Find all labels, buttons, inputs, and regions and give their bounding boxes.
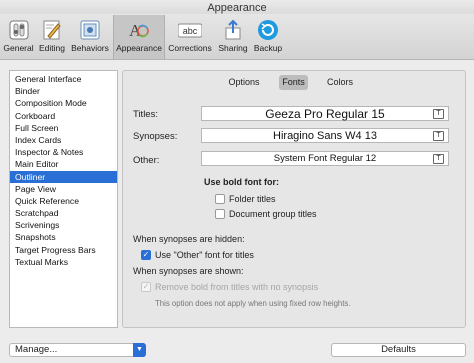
toolbar-appearance-label: Appearance [116, 43, 162, 53]
toolbar-general[interactable]: General [3, 15, 34, 59]
fixed-row-heights-note: This option does not apply when using fi… [155, 299, 351, 308]
toolbar-backup-label: Backup [253, 43, 283, 53]
use-other-font-label: Use "Other" font for titles [155, 250, 254, 260]
synopses-hidden-heading: When synopses are hidden: [133, 234, 245, 244]
svg-text:A: A [129, 21, 142, 40]
folder-titles-checkbox[interactable] [215, 194, 225, 204]
pencil-icon [43, 20, 61, 40]
share-icon [225, 19, 241, 40]
sidebar-item-textual-marks[interactable]: Textual Marks [10, 256, 117, 268]
toolbar-backup[interactable]: Backup [251, 15, 285, 59]
toolbar-general-label: General [3, 43, 34, 53]
toolbar-editing-label: Editing [39, 43, 65, 53]
toolbar-editing[interactable]: Editing [36, 15, 68, 59]
defaults-label: Defaults [381, 344, 416, 355]
window-title: Appearance [207, 2, 267, 14]
folder-titles-label: Folder titles [229, 194, 276, 204]
sidebar-item-scratchpad[interactable]: Scratchpad [10, 207, 117, 219]
titles-font-value: Geeza Pro Regular 15 [265, 107, 385, 121]
synopses-font-picker-button[interactable]: T [433, 131, 444, 141]
toolbar-behaviors[interactable]: Behaviors [69, 15, 111, 59]
remove-bold-checkbox: ✓ [141, 282, 151, 292]
toolbar-sharing-label: Sharing [218, 43, 248, 53]
document-group-titles-checkbox[interactable] [215, 209, 225, 219]
gear-switch-icon [9, 20, 28, 40]
sidebar-item-binder[interactable]: Binder [10, 85, 117, 97]
sidebar-item-snapshots[interactable]: Snapshots [10, 231, 117, 243]
document-group-titles-label: Document group titles [229, 209, 317, 219]
preferences-window: Appearance General Editing Behaviors A A… [0, 0, 474, 363]
appearance-icon: A [129, 21, 149, 40]
defaults-button[interactable]: Defaults [331, 343, 466, 357]
manage-popup-button[interactable]: Manage... ▼ [9, 343, 146, 357]
use-other-font-checkbox[interactable]: ✓ [141, 250, 151, 260]
tab-fonts[interactable]: Fonts [279, 75, 308, 90]
abc-icon: abc [178, 23, 202, 38]
sidebar-item-corkboard[interactable]: Corkboard [10, 110, 117, 122]
titles-font-picker-button[interactable]: T [433, 109, 444, 119]
synopses-font-value: Hiragino Sans W4 13 [273, 130, 377, 142]
tab-colors[interactable]: Colors [321, 75, 359, 90]
behaviors-icon [80, 20, 100, 40]
sidebar-item-full-screen[interactable]: Full Screen [10, 122, 117, 134]
sidebar-item-quick-reference[interactable]: Quick Reference [10, 195, 117, 207]
titles-font-field[interactable]: Geeza Pro Regular 15 [201, 106, 449, 121]
sidebar-item-index-cards[interactable]: Index Cards [10, 134, 117, 146]
chevron-down-icon: ▼ [133, 343, 146, 357]
preferences-toolbar: General Editing Behaviors A Appearance a… [0, 14, 474, 60]
sidebar-item-general-interface[interactable]: General Interface [10, 73, 117, 85]
toolbar-corrections[interactable]: abc Corrections [166, 15, 214, 59]
bold-font-heading: Use bold font for: [204, 177, 279, 187]
sidebar-item-page-view[interactable]: Page View [10, 183, 117, 195]
other-font-value: System Font Regular 12 [273, 153, 377, 164]
toolbar-corrections-label: Corrections [168, 43, 212, 53]
synopses-shown-heading: When synopses are shown: [133, 266, 244, 276]
svg-text:abc: abc [183, 26, 198, 36]
tab-options[interactable]: Options [222, 75, 266, 90]
checkmark-icon: ✓ [142, 250, 150, 259]
sidebar-item-main-editor[interactable]: Main Editor [10, 158, 117, 170]
toolbar-sharing[interactable]: Sharing [216, 15, 250, 59]
checkmark-icon: ✓ [142, 282, 150, 291]
sidebar-item-composition-mode[interactable]: Composition Mode [10, 97, 117, 109]
toolbar-appearance[interactable]: A Appearance [113, 15, 165, 59]
other-font-field[interactable]: System Font Regular 12 [201, 151, 449, 166]
backup-icon [258, 20, 278, 40]
sidebar-item-outliner[interactable]: Outliner [10, 170, 117, 183]
toolbar-behaviors-label: Behaviors [71, 43, 109, 53]
appearance-sidebar-list: General Interface Binder Composition Mod… [9, 70, 118, 328]
synopses-label: Synopses: [133, 131, 178, 142]
sidebar-item-inspector-notes[interactable]: Inspector & Notes [10, 146, 117, 158]
remove-bold-label: Remove bold from titles with no synopsis [155, 282, 319, 292]
manage-label: Manage... [15, 344, 58, 355]
titles-label: Titles: [133, 109, 158, 120]
synopses-font-field[interactable]: Hiragino Sans W4 13 [201, 128, 449, 143]
other-font-picker-button[interactable]: T [433, 154, 444, 164]
other-label: Other: [133, 155, 160, 166]
sidebar-item-scrivenings[interactable]: Scrivenings [10, 219, 117, 231]
sidebar-item-target-progress-bars[interactable]: Target Progress Bars [10, 244, 117, 256]
